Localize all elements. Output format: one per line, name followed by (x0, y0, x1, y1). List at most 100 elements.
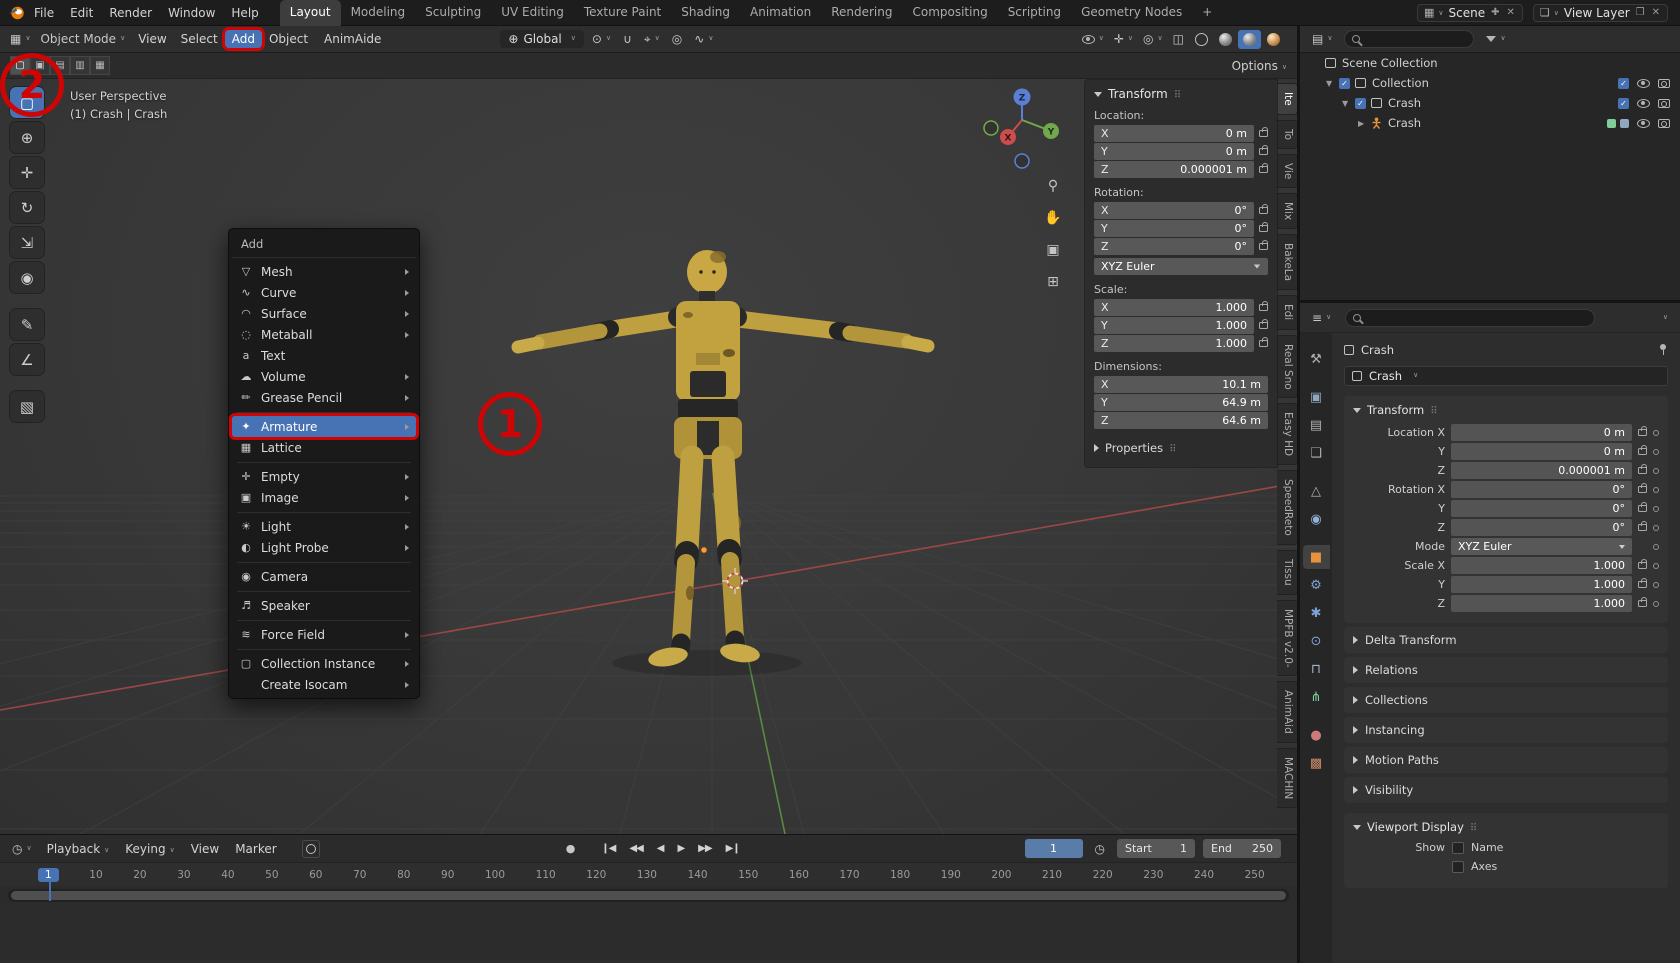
xray-toggle[interactable]: ◫ (1169, 30, 1188, 48)
collapsed-panel-header[interactable]: Delta Transform (1344, 627, 1668, 653)
add-menu-item[interactable]: ≋ Force Field (232, 624, 416, 650)
animate-dot-icon[interactable] (1653, 600, 1659, 607)
unlink-scene-button[interactable]: ✕ (1506, 7, 1516, 18)
viewport-display-header[interactable]: Viewport Display (1353, 820, 1659, 834)
scale-field[interactable]: X 1.000 (1094, 299, 1254, 316)
timeline-menu-item[interactable]: View (183, 840, 227, 858)
transform-value-field[interactable]: 0 m (1451, 443, 1632, 460)
scrollbar-handle[interactable] (11, 891, 1286, 900)
prev-keyframe-button[interactable]: ◀◀ (623, 841, 648, 856)
outliner-row[interactable]: Scene Collection (1300, 53, 1680, 73)
transform-tool[interactable]: ◉ (10, 262, 44, 293)
outliner-row[interactable]: ▼ Collection (1300, 73, 1680, 93)
tool-tab[interactable]: ⚒ (1303, 347, 1330, 371)
animate-dot-icon[interactable] (1653, 429, 1659, 436)
scene-selector[interactable]: ▦ Scene ✚ ✕ (1416, 3, 1523, 22)
sidebar-tab[interactable]: Real Sno (1277, 334, 1297, 399)
frame-tick-label[interactable]: 230 (1143, 869, 1163, 881)
lock-icon[interactable] (1259, 145, 1268, 155)
topbar-menu-item[interactable]: Edit (62, 4, 101, 22)
constraints-tab[interactable]: ⊓ (1303, 657, 1330, 681)
next-keyframe-button[interactable]: ▶▶ (692, 841, 717, 856)
remove-view-layer-button[interactable]: ✕ (1651, 7, 1661, 18)
transform-value-field[interactable]: XYZ Euler (1451, 538, 1632, 555)
sidebar-tab[interactable]: AnimAid (1277, 681, 1297, 744)
animate-dot-icon[interactable] (1653, 467, 1659, 474)
topbar-menu-item[interactable]: Render (101, 4, 160, 22)
location-field[interactable]: X 0 m (1094, 125, 1254, 142)
add-menu-item[interactable]: a Text (232, 345, 416, 366)
cursor-tool[interactable]: ⊕ (10, 122, 44, 153)
transform-value-field[interactable]: 1.000 (1451, 557, 1632, 574)
workspace-tab[interactable]: Rendering (821, 0, 902, 26)
pan-hand-button[interactable]: ✋ (1042, 207, 1064, 229)
collapsed-panel-header[interactable]: Visibility (1344, 777, 1668, 803)
lock-icon[interactable] (1259, 127, 1268, 137)
workspace-tab[interactable]: Animation (740, 0, 821, 26)
panel-grip-icon[interactable] (1169, 441, 1176, 455)
gizmos-dropdown[interactable]: ✛ (1110, 30, 1137, 48)
animate-dot-icon[interactable] (1653, 524, 1659, 531)
selectable-checkbox[interactable] (1618, 97, 1629, 109)
gizmo-neg-z-axis[interactable] (1014, 153, 1030, 169)
lock-icon[interactable] (1259, 163, 1268, 173)
render-tab[interactable]: ▣ (1303, 385, 1330, 409)
sidebar-tab[interactable]: To (1277, 119, 1297, 149)
frame-tick-label[interactable]: 20 (133, 869, 146, 881)
frame-tick-label[interactable]: 200 (991, 869, 1011, 881)
topbar-menu-item[interactable]: Window (160, 4, 223, 22)
playhead[interactable] (49, 881, 51, 901)
workspace-tab[interactable]: Compositing (902, 0, 997, 26)
rendered[interactable] (1262, 30, 1285, 49)
view-layer-selector[interactable]: ❏ View Layer ❐ ✕ (1532, 3, 1668, 22)
object-name-field[interactable]: Crash (1344, 366, 1668, 386)
material-preview[interactable] (1238, 29, 1261, 49)
animate-dot-icon[interactable] (1653, 581, 1659, 588)
add-menu-item[interactable]: ✛ Empty (232, 466, 416, 487)
timeline-scrollbar[interactable] (8, 889, 1289, 902)
proportional-falloff-dropdown[interactable]: ∿ (690, 30, 717, 48)
solid[interactable] (1214, 30, 1237, 49)
modifiers-tab[interactable]: ⚙ (1303, 573, 1330, 597)
workspace-tab[interactable]: Sculpting (415, 0, 491, 26)
hide-viewport-eye-icon[interactable] (1637, 118, 1650, 128)
sidebar-tab[interactable]: MPFB v2.0- (1277, 599, 1297, 677)
workspace-tab[interactable]: Texture Paint (574, 0, 671, 26)
camera-view-button[interactable]: ▣ (1042, 239, 1064, 261)
timeline-menu-item[interactable]: Marker (227, 840, 284, 858)
frame-tick-label[interactable]: 190 (941, 869, 961, 881)
workspace-tab[interactable]: Scripting (998, 0, 1071, 26)
object-visibility-dropdown[interactable] (1078, 33, 1108, 46)
lock-icon[interactable] (1259, 240, 1268, 250)
show-axes-checkbox[interactable] (1452, 860, 1464, 873)
pin-icon[interactable] (1658, 344, 1668, 356)
transform-value-field[interactable]: 0° (1451, 500, 1632, 517)
output-tab[interactable]: ▤ (1303, 413, 1330, 437)
collapsed-panel-header[interactable]: Collections (1344, 687, 1668, 713)
frame-tick-label[interactable]: 80 (397, 869, 410, 881)
pivot-point-dropdown[interactable]: ⊙ (588, 30, 615, 48)
lock-icon[interactable] (1259, 337, 1268, 347)
lock-icon[interactable] (1638, 445, 1647, 455)
frame-tick-label[interactable]: 240 (1194, 869, 1214, 881)
collection-checkbox[interactable] (1339, 77, 1350, 89)
frame-tick-label[interactable]: 150 (738, 869, 758, 881)
lock-icon[interactable] (1638, 502, 1647, 512)
frame-tick-label[interactable]: 220 (1093, 869, 1113, 881)
panel-grip-icon[interactable] (1174, 87, 1181, 101)
scene-tab[interactable]: △ (1303, 479, 1330, 503)
timeline-channel-area[interactable] (0, 902, 1297, 963)
measure-tool[interactable]: ∠ (10, 344, 44, 375)
dimension-field[interactable]: X 10.1 m (1094, 376, 1268, 393)
frame-tick-label[interactable]: 30 (177, 869, 190, 881)
add-menu-item[interactable]: ▢ Collection Instance (232, 653, 416, 674)
frame-end-field[interactable]: End 250 (1203, 839, 1281, 858)
editor-type-button[interactable]: ▦ (6, 30, 34, 48)
material-tab[interactable]: ● (1303, 723, 1330, 747)
lock-icon[interactable] (1638, 483, 1647, 493)
animate-dot-icon[interactable] (1653, 486, 1659, 493)
transform-panel-header[interactable]: Transform (1353, 403, 1659, 417)
properties-search-input[interactable] (1345, 308, 1596, 327)
sidebar-tab[interactable]: Mix (1277, 193, 1297, 230)
frame-tick-label[interactable]: 140 (688, 869, 708, 881)
